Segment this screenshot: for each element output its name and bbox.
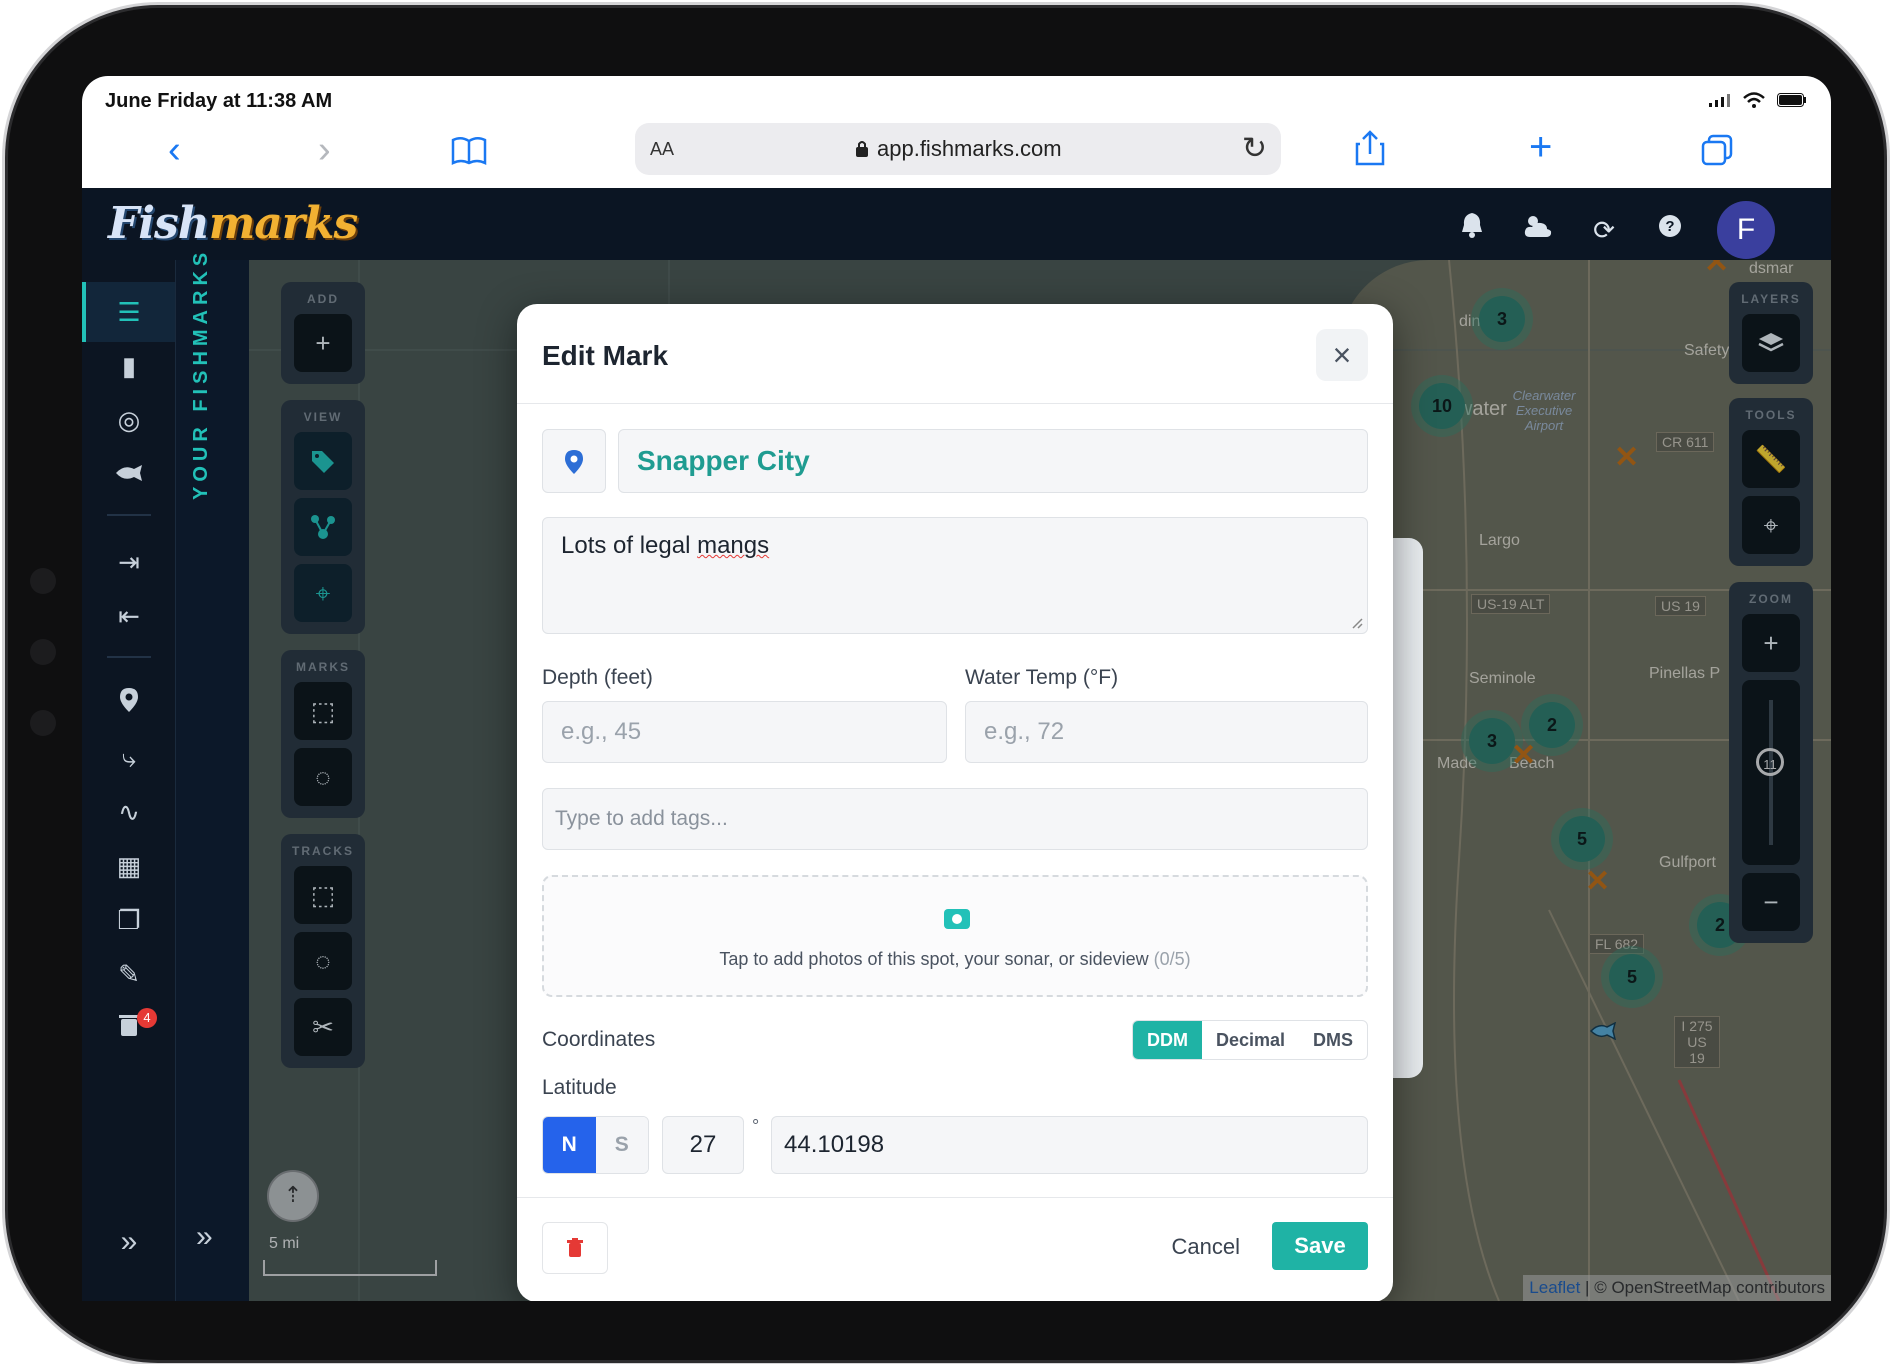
depth-label: Depth (feet) — [542, 666, 653, 689]
share-icon[interactable] — [1354, 130, 1386, 166]
add-photos-dropzone[interactable]: Tap to add photos of this spot, your son… — [542, 875, 1368, 997]
trash-count-badge: 4 — [137, 1008, 157, 1028]
tabs-icon[interactable] — [1700, 134, 1734, 166]
expand-panel-icon[interactable]: » — [196, 1220, 213, 1254]
sidebar-item-tackle-box-icon[interactable]: ▮ — [107, 344, 151, 388]
help-icon[interactable]: ? — [1651, 211, 1689, 249]
topbar-actions: ⟳ ? F — [1453, 201, 1775, 259]
your-fishmarks-title: YOUR FISHMARKS — [190, 247, 212, 500]
coordinates-label: Coordinates — [542, 1028, 656, 1051]
user-avatar[interactable]: F — [1717, 201, 1775, 259]
sidebar-item-route-icon[interactable]: ⤷ — [107, 736, 151, 780]
rail-divider — [107, 656, 151, 658]
hemisphere-toggle: N S — [542, 1116, 649, 1174]
sidebar-item-copy-icon[interactable]: ❐ — [107, 898, 151, 942]
spellcheck-flagged-word: mangs — [697, 532, 770, 559]
mark-name-input[interactable]: Snapper City — [618, 429, 1368, 493]
water-temp-input[interactable]: e.g., 72 — [965, 701, 1368, 763]
signal-icon — [1709, 94, 1730, 107]
url-display: app.fishmarks.com — [855, 136, 1062, 162]
hemisphere-n-option[interactable]: N — [543, 1117, 596, 1173]
dialog-footer: Cancel Save — [517, 1197, 1393, 1301]
add-photos-text: Tap to add photos of this spot, your son… — [719, 949, 1191, 969]
back-icon[interactable]: ‹ — [168, 131, 181, 169]
format-decimal-option[interactable]: Decimal — [1202, 1021, 1299, 1059]
sidebar-item-grid-icon[interactable]: ▦ — [107, 844, 151, 888]
sidebar-rail: ☰ ▮ ◎ ⇥ ⇤ ⤷ ∿ ▦ ❐ ✎ 4 » — [82, 260, 175, 1301]
notifications-bell-icon[interactable] — [1453, 211, 1491, 249]
wifi-icon — [1743, 92, 1765, 108]
format-ddm-option[interactable]: DDM — [1132, 1021, 1202, 1059]
forward-icon[interactable]: › — [318, 131, 331, 169]
bookmarks-icon[interactable] — [450, 136, 488, 166]
battery-icon — [1777, 93, 1806, 107]
sidebar-item-track-icon[interactable]: ∿ — [107, 790, 151, 834]
status-time: June Friday at 11:38 AM — [105, 90, 333, 112]
url-text: app.fishmarks.com — [877, 136, 1062, 161]
latitude-minutes-input[interactable]: 44.10198 — [771, 1116, 1368, 1174]
side-drawer-edge — [1393, 538, 1423, 1078]
reader-aa-button[interactable]: AA — [650, 139, 674, 160]
lock-icon — [856, 141, 868, 157]
ipad-frame: June Friday at 11:38 AM ‹ › AA app.fishm… — [8, 8, 1884, 1360]
coordinate-format-toggle: DDM Decimal DMS — [1131, 1020, 1368, 1060]
map-pin-icon — [565, 449, 583, 474]
degree-symbol: ° — [752, 1116, 760, 1136]
browser-toolbar: ‹ › AA app.fishmarks.com ↻ + — [82, 118, 1831, 188]
dialog-title: Edit Mark — [542, 340, 669, 371]
weather-icon[interactable] — [1519, 211, 1557, 249]
depth-input[interactable]: e.g., 45 — [542, 701, 947, 763]
app-topbar: Fishmarks ⟳ ? F — [82, 188, 1831, 260]
mark-icon-picker[interactable] — [542, 429, 606, 493]
edit-mark-dialog: Edit Mark × Snapper City Lots of legal m… — [517, 304, 1393, 1301]
camera-icon — [944, 909, 970, 929]
close-icon[interactable]: × — [1316, 329, 1368, 381]
save-button[interactable]: Save — [1272, 1222, 1368, 1270]
device-side-dots — [30, 568, 56, 781]
sync-icon[interactable]: ⟳ — [1585, 211, 1623, 249]
mark-notes-textarea[interactable]: Lots of legal mangs — [542, 517, 1368, 634]
expand-rail-icon[interactable]: » — [107, 1220, 151, 1264]
latitude-degrees-input[interactable]: 27 — [662, 1116, 744, 1174]
rail-divider — [107, 514, 151, 516]
status-bar: June Friday at 11:38 AM — [82, 76, 1831, 118]
svg-text:?: ? — [1665, 218, 1674, 235]
sidebar-item-lifebuoy-icon[interactable]: ◎ — [107, 398, 151, 442]
sidebar-item-export-icon[interactable]: ⇤ — [107, 594, 151, 638]
format-dms-option[interactable]: DMS — [1299, 1021, 1367, 1059]
latitude-label: Latitude — [542, 1076, 617, 1099]
reload-icon[interactable]: ↻ — [1242, 131, 1267, 166]
sidebar-item-brush-icon[interactable]: ✎ — [107, 952, 151, 996]
delete-mark-button[interactable] — [542, 1222, 608, 1274]
status-icons — [1709, 92, 1807, 108]
cancel-button[interactable]: Cancel — [1172, 1234, 1240, 1260]
photo-count: (0/5) — [1153, 949, 1191, 969]
sidebar-item-marks-list-icon[interactable]: ☰ — [107, 290, 151, 334]
dialog-header: Edit Mark × — [517, 304, 1393, 404]
your-fishmarks-panel[interactable]: YOUR FISHMARKS » — [175, 248, 250, 1301]
sidebar-item-trash-icon[interactable]: 4 — [107, 1006, 157, 1050]
hemisphere-s-option[interactable]: S — [595, 1117, 648, 1173]
tags-input[interactable]: Type to add tags... — [542, 788, 1368, 850]
fishmarks-app: Fishmarks ⟳ ? F ☰ ▮ ◎ ⇥ ⇤ ⤷ ∿ ▦ ❐ ✎ 4 » … — [82, 188, 1831, 1301]
trash-icon — [567, 1237, 583, 1257]
screen: June Friday at 11:38 AM ‹ › AA app.fishm… — [82, 76, 1831, 1301]
resize-handle-icon[interactable] — [1351, 617, 1363, 629]
address-bar[interactable]: AA app.fishmarks.com ↻ — [635, 123, 1281, 175]
water-temp-label: Water Temp (°F) — [965, 666, 1119, 689]
sidebar-item-import-icon[interactable]: ⇥ — [107, 540, 151, 584]
fishmarks-logo[interactable]: Fishmarks — [108, 198, 358, 249]
sidebar-item-pin-icon[interactable] — [107, 682, 151, 726]
new-tab-icon[interactable]: + — [1529, 127, 1552, 167]
sidebar-item-fish-icon[interactable] — [107, 452, 151, 496]
